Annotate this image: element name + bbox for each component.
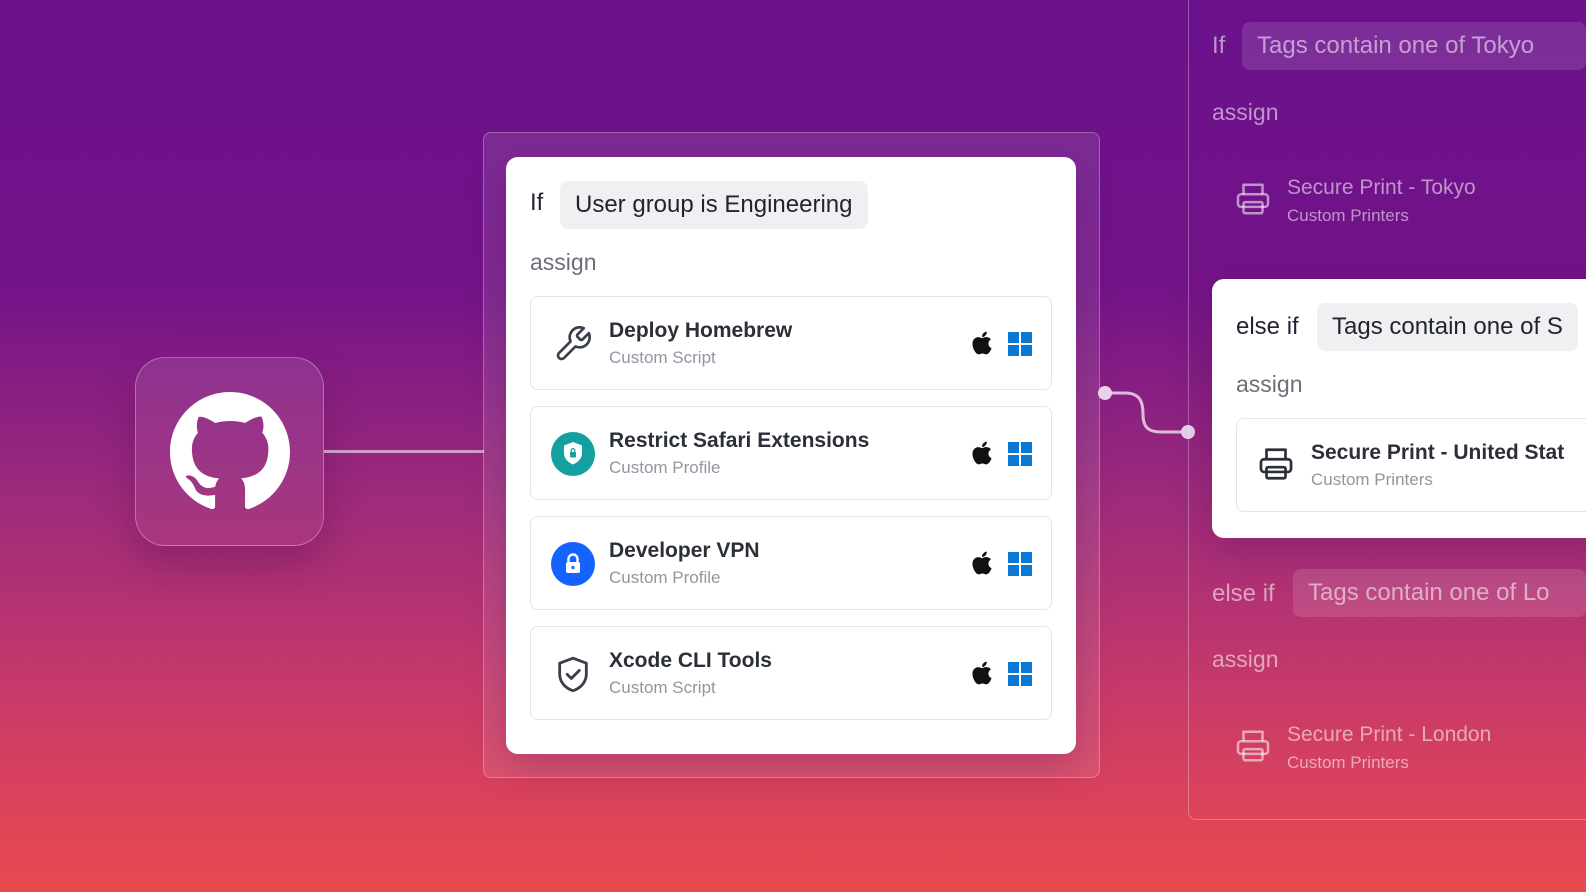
printer-icon: [1259, 448, 1293, 480]
assignment-item-xcode-cli-tools[interactable]: Xcode CLI Tools Custom Script: [530, 626, 1052, 720]
assignment-item-secure-print-us[interactable]: Secure Print - United Stat Custom Printe…: [1236, 418, 1586, 512]
wrench-icon: [551, 322, 595, 366]
item-subtitle: Custom Script: [609, 678, 716, 697]
item-subtitle: Custom Printers: [1287, 753, 1409, 772]
item-subtitle: Custom Printers: [1311, 470, 1433, 489]
item-title[interactable]: Secure Print - London: [1287, 723, 1491, 747]
if-label: If: [530, 189, 544, 216]
github-icon: [169, 391, 290, 509]
apple-icon: [972, 331, 992, 355]
shield-check-icon: [551, 652, 595, 696]
printer-icon: [1236, 730, 1270, 762]
condition-pill-london[interactable]: Tags contain one of Lo: [1293, 569, 1586, 617]
item-subtitle: Custom Script: [609, 348, 716, 367]
lock-badge-icon: [551, 542, 595, 586]
apple-icon: [972, 661, 992, 685]
item-title: Restrict Safari Extensions: [609, 429, 870, 452]
item-title[interactable]: Secure Print - Tokyo: [1287, 176, 1476, 200]
windows-icon: [1008, 662, 1032, 686]
item-title: Developer VPN: [609, 539, 760, 562]
else-if-label: else if: [1212, 580, 1275, 607]
item-subtitle: Custom Profile: [609, 458, 721, 477]
condition-pill-united-states[interactable]: Tags contain one of S: [1317, 303, 1578, 351]
if-label: If: [1212, 32, 1226, 59]
apple-icon: [972, 551, 992, 575]
item-title: Secure Print - United Stat: [1311, 441, 1565, 464]
item-subtitle: Custom Printers: [1287, 206, 1409, 225]
assign-label: assign: [530, 249, 597, 275]
assign-label: assign: [1212, 99, 1279, 125]
windows-icon: [1008, 442, 1032, 466]
condition-pill[interactable]: User group is Engineering: [560, 181, 868, 229]
source-connector-line: [324, 450, 484, 453]
assignment-item-developer-vpn[interactable]: Developer VPN Custom Profile: [530, 516, 1052, 610]
else-if-label: else if: [1236, 313, 1299, 340]
assignment-item-deploy-homebrew[interactable]: Deploy Homebrew Custom Script: [530, 296, 1052, 390]
windows-icon: [1008, 332, 1032, 356]
item-title: Xcode CLI Tools: [609, 649, 772, 672]
item-subtitle: Custom Profile: [609, 568, 721, 587]
assign-label: assign: [1212, 646, 1279, 672]
apple-icon: [972, 441, 992, 465]
shield-lock-badge-icon: [551, 432, 595, 476]
printer-icon: [1236, 183, 1270, 215]
else-if-rule-card: else if Tags contain one of S assign Sec…: [1212, 279, 1586, 538]
condition-pill-tokyo[interactable]: Tags contain one of Tokyo: [1242, 22, 1586, 70]
github-source-tile[interactable]: [135, 357, 324, 546]
item-title: Deploy Homebrew: [609, 319, 793, 342]
assign-label: assign: [1236, 371, 1303, 397]
rule-connector: [1098, 386, 1195, 439]
windows-icon: [1008, 552, 1032, 576]
assignment-item-restrict-safari[interactable]: Restrict Safari Extensions Custom Profil…: [530, 406, 1052, 500]
